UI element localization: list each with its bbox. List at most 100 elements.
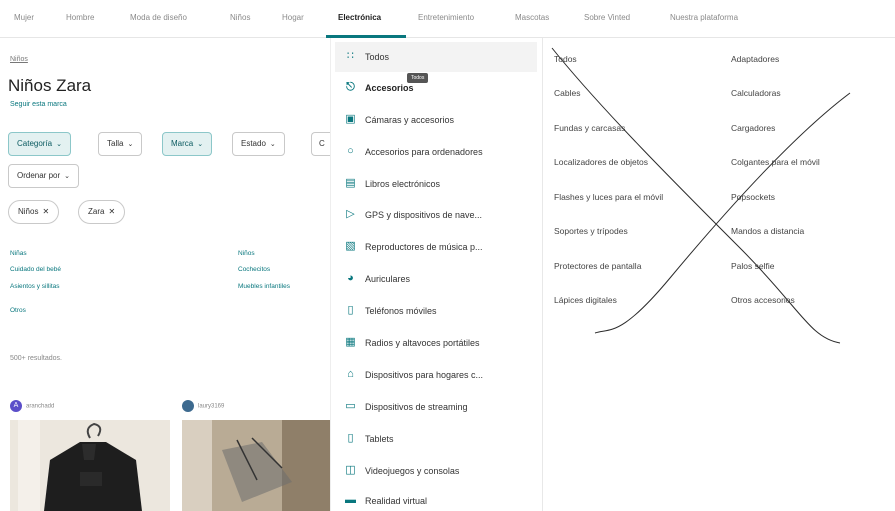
avatar bbox=[182, 400, 194, 412]
close-icon[interactable]: ✕ bbox=[42, 207, 49, 216]
menu-item-label: Reproductores de música p... bbox=[365, 242, 483, 252]
menu-item-label: Dispositivos de streaming bbox=[365, 402, 468, 412]
jacket-image bbox=[10, 420, 170, 511]
menu-item-telefonos[interactable]: ▯ Teléfonos móviles bbox=[335, 296, 537, 326]
menu-item-streaming[interactable]: ▭ Dispositivos de streaming bbox=[335, 392, 537, 422]
gamepad-icon: ◫ bbox=[345, 464, 356, 476]
product-photo[interactable] bbox=[10, 420, 170, 511]
subcategory-link[interactable]: Muebles infantiles bbox=[238, 283, 290, 290]
filter-label: C bbox=[319, 139, 325, 148]
menu-item-label: Accesorios bbox=[365, 83, 414, 93]
filter-estado[interactable]: Estado ⌄ bbox=[232, 132, 285, 156]
nav-item-sobre-vinted[interactable]: Sobre Vinted bbox=[584, 13, 630, 22]
nav-item-mascotas[interactable]: Mascotas bbox=[515, 13, 549, 22]
tablet-icon: ▯ bbox=[347, 432, 354, 444]
menu-item-label: Cámaras y accesorios bbox=[365, 115, 455, 125]
chevron-down-icon: ⌄ bbox=[64, 173, 71, 180]
close-icon[interactable]: ✕ bbox=[108, 207, 115, 216]
hand-drawn-x-mark bbox=[551, 47, 851, 344]
grid-icon: ∷ bbox=[347, 50, 354, 62]
subcategory-link[interactable]: Cuidado del bebé bbox=[10, 266, 61, 273]
radio-icon: ▦ bbox=[345, 336, 356, 348]
nav-item-entretenimiento[interactable]: Entretenimiento bbox=[418, 13, 474, 22]
subcategory-link[interactable]: Niños bbox=[238, 250, 255, 257]
vr-icon: ▬ bbox=[345, 494, 356, 506]
tv-icon: ▭ bbox=[345, 400, 356, 412]
menu-item-tablets[interactable]: ▯ Tablets bbox=[335, 424, 537, 454]
menu-item-label: Tablets bbox=[365, 434, 394, 444]
seller-name: aranchadd bbox=[26, 403, 55, 410]
filter-categoria[interactable]: Categoría ⌄ bbox=[8, 132, 72, 156]
filter-label: Marca bbox=[171, 139, 194, 148]
seller-info[interactable]: laury3169 bbox=[182, 400, 224, 412]
active-filter-chip[interactable]: Zara ✕ bbox=[78, 200, 126, 224]
subcategory-link[interactable]: Asientos y sillitas bbox=[10, 283, 60, 290]
filter-marca[interactable]: Marca ⌄ bbox=[162, 132, 213, 156]
results-count: 500+ resultados. bbox=[10, 355, 62, 362]
chip-label: Niños bbox=[18, 207, 39, 216]
menu-item-radios[interactable]: ▦ Radios y altavoces portátiles bbox=[335, 328, 537, 358]
menu-item-label: Accesorios para ordenadores bbox=[365, 147, 483, 157]
product-image bbox=[182, 420, 330, 511]
menu-item-auriculares[interactable]: ◕ Auriculares bbox=[335, 264, 537, 294]
chevron-down-icon: ⌄ bbox=[197, 141, 204, 148]
navigation-icon: ▷ bbox=[346, 208, 355, 220]
nav-item-nuestra-plataforma[interactable]: Nuestra plataforma bbox=[670, 13, 738, 22]
chevron-down-icon: ⌄ bbox=[269, 141, 276, 148]
active-filter-chip[interactable]: Niños ✕ bbox=[8, 200, 60, 224]
nav-item-ninos[interactable]: Niños bbox=[230, 13, 250, 22]
menu-item-label: Libros electrónicos bbox=[365, 179, 441, 189]
filter-color[interactable]: C bbox=[311, 132, 331, 156]
nav-item-moda-de-diseno[interactable]: Moda de diseño bbox=[130, 13, 187, 22]
subcategory-link[interactable]: Cochecitos bbox=[238, 266, 270, 273]
menu-item-accesorios[interactable]: ⎋ Accesorios bbox=[335, 73, 537, 103]
menu-item-realidad-virtual[interactable]: ▬ Realidad virtual bbox=[335, 486, 537, 511]
menu-item-label: GPS y dispositivos de nave... bbox=[365, 210, 483, 220]
filter-label: Talla bbox=[107, 139, 124, 148]
nav-item-mujer[interactable]: Mujer bbox=[14, 13, 34, 22]
sort-label: Ordenar por bbox=[17, 171, 61, 180]
page-title: Niños Zara bbox=[8, 76, 92, 95]
product-photo[interactable] bbox=[182, 420, 330, 511]
chevron-down-icon: ⌄ bbox=[56, 141, 63, 148]
headphones-icon: ◕ bbox=[347, 272, 354, 284]
nav-item-hombre[interactable]: Hombre bbox=[66, 13, 94, 22]
menu-item-label: Radios y altavoces portátiles bbox=[365, 338, 480, 348]
menu-item-label: Dispositivos para hogares c... bbox=[365, 370, 484, 380]
menu-item-reproductores[interactable]: ▧ Reproductores de música p... bbox=[335, 232, 537, 262]
subcategory-link[interactable]: Niñas bbox=[10, 250, 27, 257]
sort-dropdown[interactable]: Ordenar por ⌄ bbox=[8, 164, 80, 188]
filter-label: Estado bbox=[241, 139, 266, 148]
seller-info[interactable]: Aaranchadd bbox=[10, 400, 54, 412]
chevron-down-icon: ⌄ bbox=[127, 141, 134, 148]
follow-brand-link[interactable]: Seguir esta marca bbox=[10, 101, 67, 108]
nav-item-hogar[interactable]: Hogar bbox=[282, 13, 304, 22]
nav-item-electronica[interactable]: Electrónica bbox=[338, 13, 381, 22]
seller-name: laury3169 bbox=[198, 403, 225, 410]
avatar: A bbox=[10, 400, 22, 412]
menu-item-hogares[interactable]: ⌂ Dispositivos para hogares c... bbox=[335, 360, 537, 390]
menu-item-camaras[interactable]: ▣ Cámaras y accesorios bbox=[335, 105, 537, 135]
menu-item-label: Todos bbox=[365, 52, 390, 62]
menu-item-label: Auriculares bbox=[365, 274, 411, 284]
top-navigation: Mujer Hombre Moda de diseño Niños Hogar … bbox=[0, 0, 895, 38]
menu-item-accesorios-ordenadores[interactable]: ○ Accesorios para ordenadores bbox=[335, 137, 537, 167]
filter-talla[interactable]: Talla ⌄ bbox=[98, 132, 143, 156]
phone-icon: ▯ bbox=[347, 304, 354, 316]
music-player-icon: ▧ bbox=[345, 240, 356, 252]
chip-label: Zara bbox=[88, 207, 105, 216]
smart-home-icon: ⌂ bbox=[347, 368, 354, 380]
menu-item-libros-electronicos[interactable]: ▤ Libros electrónicos bbox=[335, 169, 537, 199]
breadcrumb[interactable]: Niños bbox=[10, 56, 28, 63]
mouse-icon: ○ bbox=[347, 145, 354, 157]
ebook-icon: ▤ bbox=[345, 177, 356, 189]
category-list: ∷ Todos ⎋ Accesorios ▣ Cámaras y accesorios… bbox=[331, 38, 543, 511]
subcategory-link[interactable]: Otros bbox=[10, 307, 26, 314]
menu-item-videojuegos[interactable]: ◫ Videojuegos y consolas bbox=[335, 456, 537, 486]
menu-item-gps[interactable]: ▷ GPS y dispositivos de nave... bbox=[335, 200, 537, 230]
menu-item-label: Videojuegos y consolas bbox=[365, 466, 460, 476]
camera-icon: ▣ bbox=[345, 113, 356, 125]
menu-item-label: Realidad virtual bbox=[365, 496, 428, 506]
filter-label: Categoría bbox=[17, 139, 53, 148]
menu-item-todos[interactable]: ∷ Todos bbox=[335, 42, 537, 72]
